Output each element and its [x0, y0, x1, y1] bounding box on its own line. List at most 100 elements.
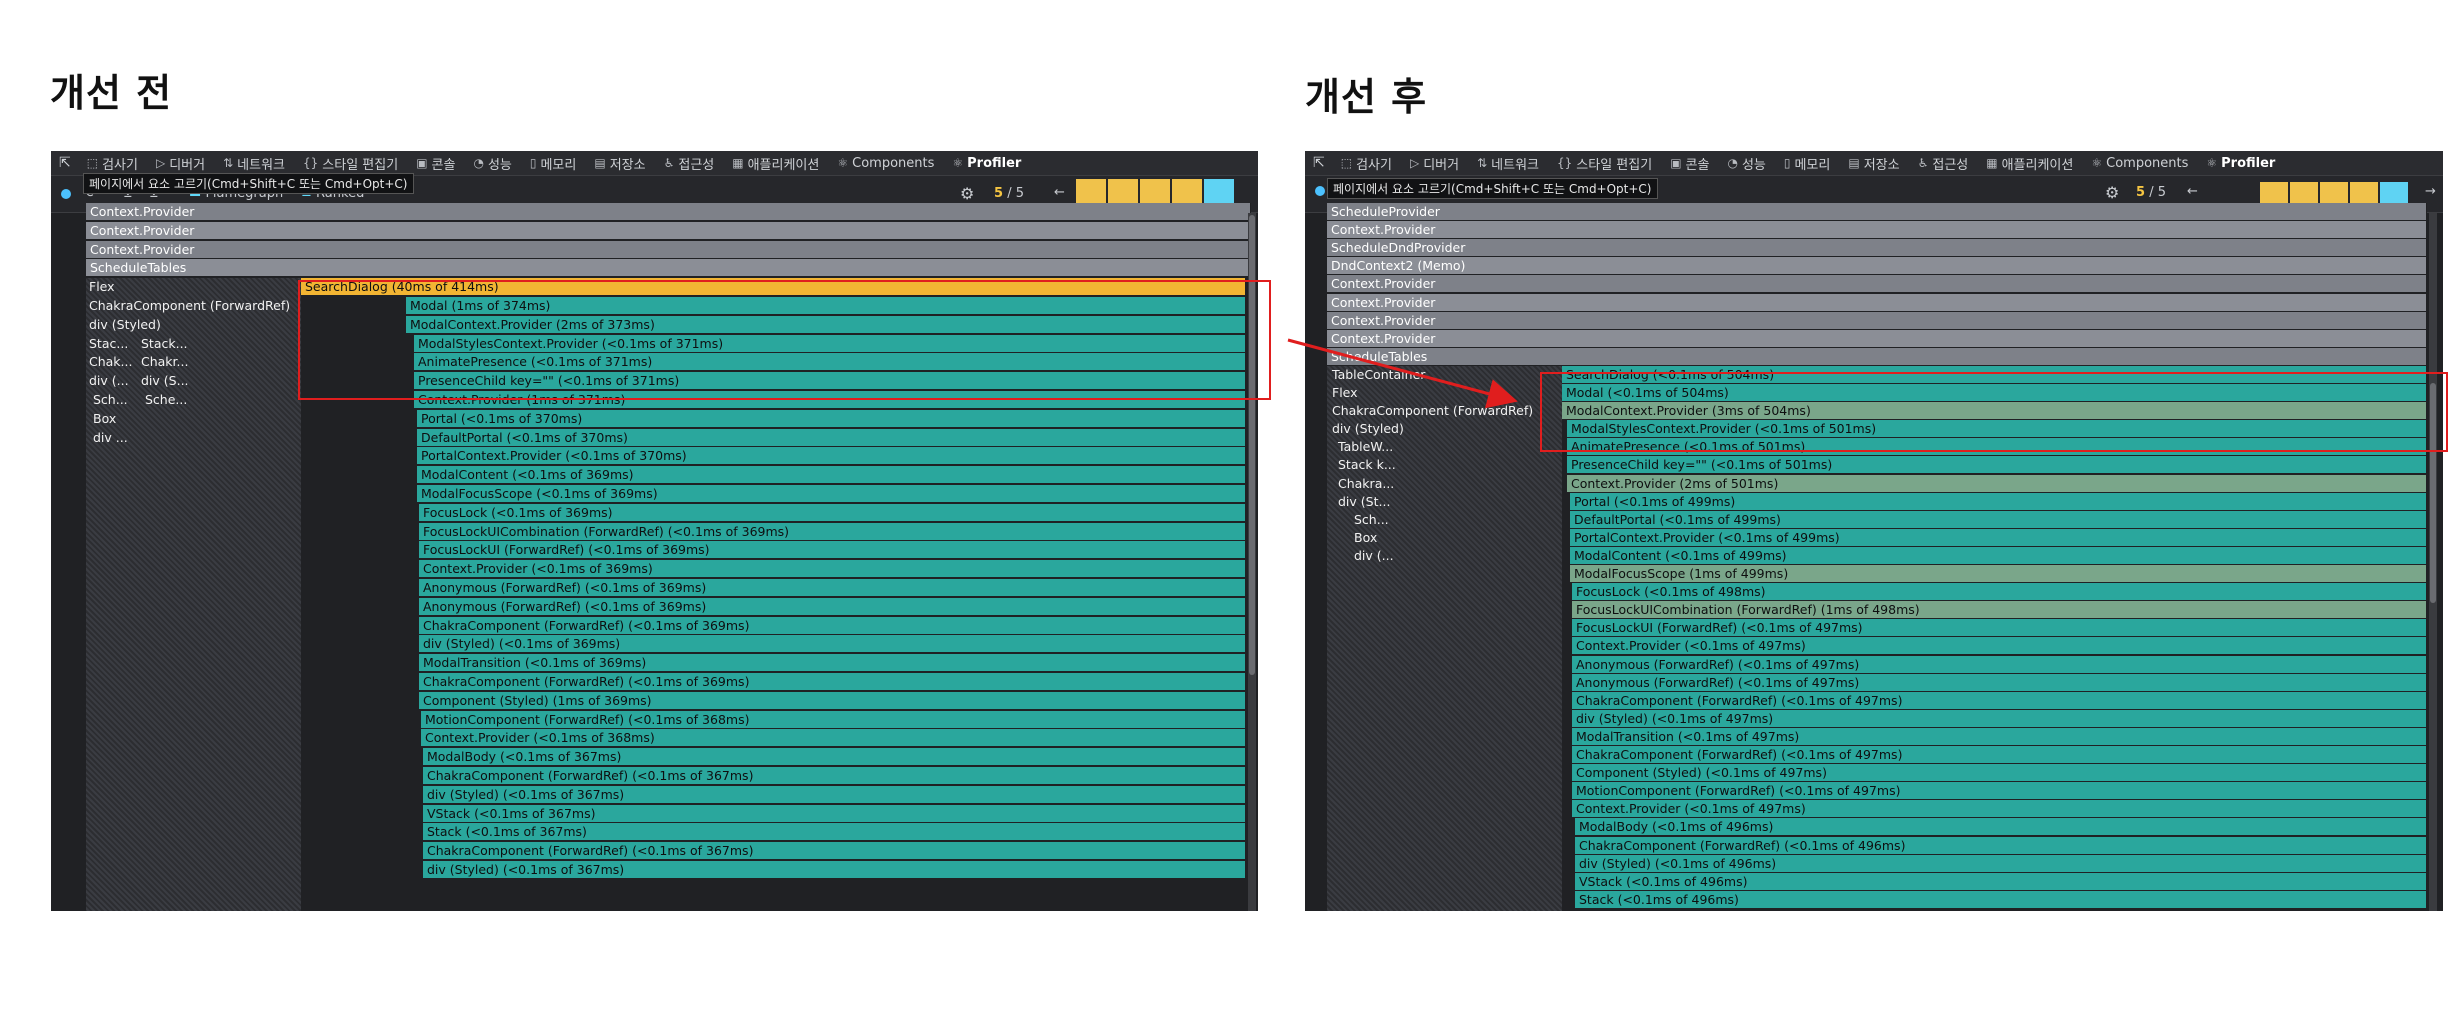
flame-node[interactable]: FocusLock (<0.1ms of 498ms)	[1572, 583, 2427, 601]
flame-node[interactable]: Stack (<0.1ms of 367ms)	[423, 823, 1246, 841]
devtools-tab[interactable]: ♿ 접근성	[664, 154, 715, 173]
flame-node[interactable]: ScheduleProvider	[1327, 203, 2427, 220]
devtools-tab[interactable]: ⇅ 네트워크	[223, 154, 285, 173]
record-icon[interactable]	[61, 189, 71, 199]
flame-node[interactable]: div (Styled) (<0.1ms of 367ms)	[423, 861, 1246, 878]
flame-node-label[interactable]: Chakra...	[1335, 475, 1415, 492]
flame-node[interactable]: ModalBody (<0.1ms of 367ms)	[423, 748, 1246, 766]
prev-commit-button[interactable]: ←	[1054, 185, 1065, 200]
flame-node[interactable]: Context.Provider	[86, 203, 1251, 220]
flame-node[interactable]: Portal (<0.1ms of 499ms)	[1570, 492, 2427, 510]
flame-node[interactable]: Anonymous (ForwardRef) (<0.1ms of 369ms)	[419, 579, 1246, 596]
flame-node[interactable]: ChakraComponent (ForwardRef) (<0.1ms of …	[419, 673, 1246, 690]
flame-node[interactable]: MotionComponent (ForwardRef) (<0.1ms of …	[1572, 782, 2427, 800]
devtools-tab[interactable]: ♿ 접근성	[1918, 154, 1969, 173]
flame-node-label[interactable]: Chakr...	[138, 353, 190, 370]
flame-node[interactable]: Anonymous (ForwardRef) (<0.1ms of 369ms)	[419, 597, 1246, 615]
devtools-tab[interactable]: ⬚ 검사기	[87, 154, 138, 173]
devtools-tab[interactable]: ▷ 디버거	[1410, 154, 1459, 173]
devtools-tab[interactable]: ▯ 메모리	[1784, 154, 1831, 173]
flame-node[interactable]: ScheduleDndProvider	[1327, 239, 2427, 257]
flame-node[interactable]: ModalContent (<0.1ms of 499ms)	[1570, 546, 2427, 564]
flame-node-label[interactable]: Stack k...	[1335, 456, 1415, 473]
flame-node-label[interactable]: div (Styled)	[1329, 420, 1559, 437]
flame-node[interactable]: Context.Provider (<0.1ms of 369ms)	[419, 560, 1246, 578]
flame-node[interactable]: VStack (<0.1ms of 367ms)	[423, 804, 1246, 822]
flame-node-label[interactable]: div ...	[90, 429, 142, 446]
flame-node[interactable]: ChakraComponent (ForwardRef) (<0.1ms of …	[1572, 746, 2427, 763]
flame-node[interactable]: ChakraComponent (ForwardRef) (<0.1ms of …	[423, 767, 1246, 784]
flame-node[interactable]: ChakraComponent (ForwardRef) (<0.1ms of …	[423, 842, 1246, 860]
flame-node-label[interactable]: div (St...	[1335, 493, 1415, 510]
flame-node[interactable]: FocusLockUI (ForwardRef) (<0.1ms of 497m…	[1572, 619, 2427, 637]
flame-node[interactable]: FocusLock (<0.1ms of 369ms)	[419, 503, 1246, 521]
devtools-tab[interactable]: ▣ 콘솔	[1670, 154, 1709, 173]
flame-node[interactable]: MotionComponent (ForwardRef) (<0.1ms of …	[421, 710, 1246, 728]
flame-node[interactable]: DndContext2 (Memo)	[1327, 257, 2427, 275]
devtools-tab[interactable]: {} 스타일 편집기	[303, 154, 398, 173]
flame-node-label[interactable]: div (S...	[138, 372, 190, 389]
flame-node[interactable]: Stack (<0.1ms of 496ms)	[1575, 890, 2427, 908]
devtools-tab[interactable]: ◔ 성능	[1727, 154, 1765, 173]
scrollbar-after[interactable]	[2429, 213, 2437, 911]
flame-node[interactable]: DefaultPortal (<0.1ms of 499ms)	[1570, 510, 2427, 528]
flame-node[interactable]: Context.Provider (2ms of 501ms)	[1567, 474, 2427, 492]
flame-node[interactable]: ModalContent (<0.1ms of 369ms)	[417, 466, 1246, 484]
flame-node-label[interactable]: Box	[1351, 529, 1431, 546]
flame-node-label[interactable]: ChakraComponent (ForwardRef)	[86, 297, 301, 314]
flame-node-label[interactable]: Sche...	[142, 391, 194, 408]
flame-node[interactable]: Context.Provider (<0.1ms of 497ms)	[1572, 800, 2427, 818]
devtools-tab[interactable]: ⇅ 네트워크	[1477, 154, 1539, 173]
flame-node[interactable]: div (Styled) (<0.1ms of 496ms)	[1575, 854, 2427, 872]
flame-node[interactable]: ModalBody (<0.1ms of 496ms)	[1575, 818, 2427, 836]
flame-node-label[interactable]: Sch...	[1351, 511, 1431, 528]
record-icon[interactable]	[1315, 186, 1325, 196]
devtools-tab[interactable]: ⚛ Components	[2091, 156, 2188, 171]
flame-node-label[interactable]: div (...	[86, 372, 138, 389]
flame-node[interactable]: ChakraComponent (ForwardRef) (<0.1ms of …	[1572, 691, 2427, 709]
devtools-tab[interactable]: ▤ 저장소	[594, 154, 645, 173]
flame-node[interactable]: PortalContext.Provider (<0.1ms of 370ms)	[417, 447, 1246, 465]
flame-node-label[interactable]: Flex	[86, 278, 301, 295]
flame-node[interactable]: PresenceChild key="" (<0.1ms of 501ms)	[1567, 456, 2427, 474]
devtools-tab[interactable]: ⚛ Profiler	[2206, 156, 2275, 171]
settings-icon[interactable]: ⚙	[960, 184, 974, 203]
flame-node[interactable]: Anonymous (ForwardRef) (<0.1ms of 497ms)	[1572, 655, 2427, 673]
inspector-cursor-icon[interactable]: ⇱	[1313, 155, 1325, 171]
devtools-tab[interactable]: ▦ 애플리케이션	[1986, 154, 2073, 173]
devtools-tab[interactable]: ▦ 애플리케이션	[732, 154, 819, 173]
flame-node[interactable]: Anonymous (ForwardRef) (<0.1ms of 497ms)	[1572, 673, 2427, 691]
flame-node[interactable]: Context.Provider	[86, 221, 1251, 239]
flame-node[interactable]: DefaultPortal (<0.1ms of 370ms)	[417, 428, 1246, 446]
flame-node-label[interactable]: div (Styled)	[86, 316, 301, 333]
flame-node[interactable]: Context.Provider (<0.1ms of 497ms)	[1572, 637, 2427, 655]
devtools-tab[interactable]: ⚛ Profiler	[952, 156, 1021, 171]
flame-node[interactable]: FocusLockUI (ForwardRef) (<0.1ms of 369m…	[419, 541, 1246, 559]
flame-node-label[interactable]: TableW...	[1335, 438, 1415, 455]
flame-node[interactable]: ModalFocusScope (<0.1ms of 369ms)	[417, 485, 1246, 502]
flame-node[interactable]: div (Styled) (<0.1ms of 367ms)	[423, 785, 1246, 803]
flame-node[interactable]: Context.Provider (<0.1ms of 368ms)	[421, 729, 1246, 747]
inspector-cursor-icon[interactable]: ⇱	[59, 155, 71, 171]
flame-node[interactable]: div (Styled) (<0.1ms of 369ms)	[419, 635, 1246, 653]
flame-node[interactable]: FocusLockUICombination (ForwardRef) (1ms…	[1572, 601, 2427, 619]
devtools-tab[interactable]: ⬚ 검사기	[1341, 154, 1392, 173]
flame-node[interactable]: FocusLockUICombination (ForwardRef) (<0.…	[419, 522, 1246, 540]
devtools-tab[interactable]: ▯ 메모리	[530, 154, 577, 173]
settings-icon[interactable]: ⚙	[2105, 183, 2119, 202]
flame-node[interactable]: Context.Provider	[1327, 221, 2427, 239]
flame-node[interactable]: div (Styled) (<0.1ms of 497ms)	[1572, 709, 2427, 727]
flame-node[interactable]: ModalFocusScope (1ms of 499ms)	[1570, 565, 2427, 582]
devtools-tab[interactable]: ▷ 디버거	[156, 154, 205, 173]
flame-node[interactable]: Context.Provider	[1327, 275, 2427, 293]
flame-node[interactable]: Context.Provider	[86, 240, 1251, 258]
flame-node-label[interactable]: div (...	[1351, 547, 1431, 564]
flame-node[interactable]: Context.Provider	[1327, 293, 2427, 311]
flame-node[interactable]: ChakraComponent (ForwardRef) (<0.1ms of …	[419, 616, 1246, 634]
flame-node-label[interactable]: Stac...	[86, 335, 138, 352]
next-commit-button[interactable]: →	[2425, 184, 2436, 199]
flame-node-label[interactable]: Box	[90, 410, 142, 427]
devtools-tab[interactable]: ▣ 콘솔	[416, 154, 455, 173]
flame-node[interactable]: Portal (<0.1ms of 370ms)	[417, 409, 1246, 427]
devtools-tab[interactable]: ⚛ Components	[837, 156, 934, 171]
